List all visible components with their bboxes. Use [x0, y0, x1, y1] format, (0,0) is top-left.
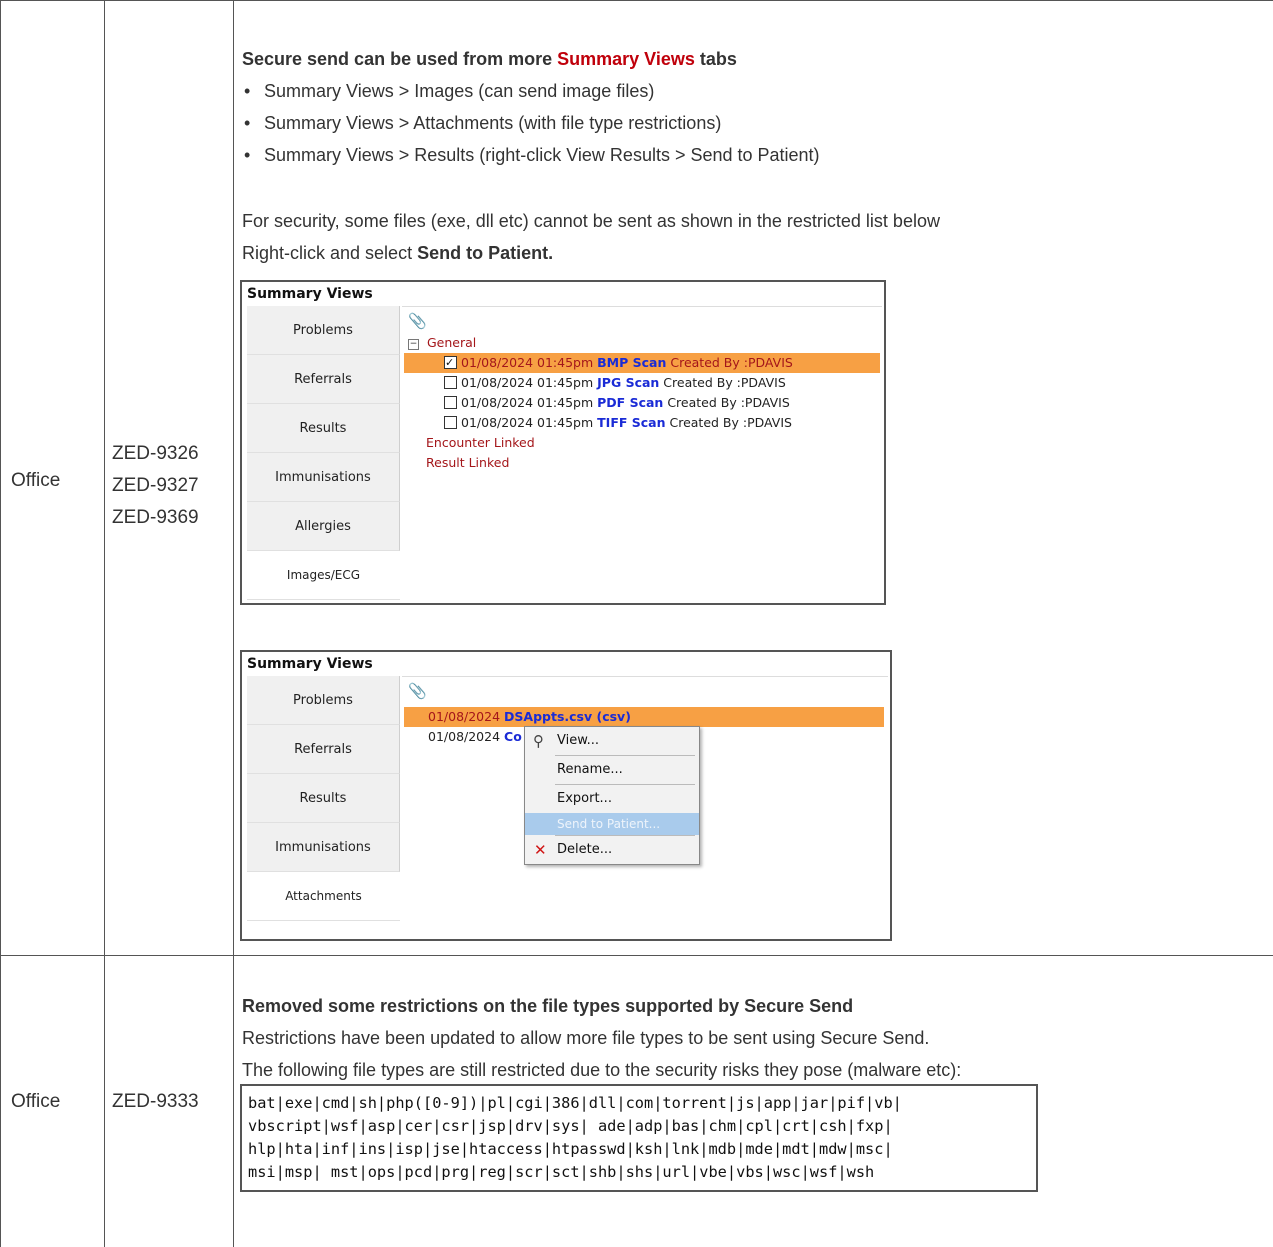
row2-heading-text: Removed some restrictions on the file ty… [242, 996, 854, 1016]
item-name: Co [504, 729, 522, 744]
tab-immunisations[interactable]: Immunisations [247, 823, 400, 872]
bullet-item: Summary Views > Images (can send image f… [242, 75, 1262, 107]
paperclip-icon[interactable]: 📎 [408, 311, 427, 331]
restricted-file-types: bat|exe|cmd|sh|php([0-9])|pl|cgi|386|dll… [240, 1084, 1038, 1192]
tab-results[interactable]: Results [247, 404, 400, 453]
instruction: Right-click and select Send to Patient. [242, 237, 1262, 269]
images-list: 📎 −General 01/08/2024 01:45pm BMP Scan C… [402, 306, 882, 601]
menu-label: Delete... [557, 842, 613, 857]
item-name: BMP Scan [597, 355, 667, 370]
summary-views-images-screenshot: Summary Views Problems Referrals Results… [240, 280, 886, 605]
menu-item-view[interactable]: ⚲ View... [525, 727, 699, 755]
row2-id: ZED-9333 [112, 1091, 199, 1112]
group-encounter-linked[interactable]: Encounter Linked [426, 433, 535, 453]
item-name: DSAppts.csv (csv) [504, 709, 631, 724]
tab-immunisations[interactable]: Immunisations [247, 453, 400, 502]
paperclip-icon[interactable]: 📎 [408, 681, 427, 701]
delete-x-icon: ✕ [534, 841, 547, 859]
checkbox[interactable] [444, 416, 457, 429]
item-name: PDF Scan [597, 395, 664, 410]
group-result-linked[interactable]: Result Linked [426, 453, 509, 473]
summary-tabs: Problems Referrals Results Immunisations… [247, 676, 400, 921]
row1-heading: Secure send can be used from more Summar… [242, 43, 1262, 75]
tab-referrals[interactable]: Referrals [247, 725, 400, 774]
tab-attachments[interactable]: Attachments [247, 872, 400, 921]
bullet-item: Summary Views > Results (right-click Vie… [242, 139, 1262, 171]
summary-tabs: Problems Referrals Results Immunisations… [247, 306, 400, 600]
menu-item-delete[interactable]: ✕ Delete... [525, 836, 699, 864]
tab-results[interactable]: Results [247, 774, 400, 823]
item-name: TIFF Scan [597, 415, 666, 430]
item-by: Created By :PDAVIS [663, 375, 786, 390]
row2-description: Removed some restrictions on the file ty… [242, 990, 1262, 1086]
menu-label: View... [557, 733, 600, 748]
instruction-prefix: Right-click and select [242, 243, 418, 263]
panel-title: Summary Views [247, 656, 373, 672]
tab-problems[interactable]: Problems [247, 306, 400, 355]
tab-referrals[interactable]: Referrals [247, 355, 400, 404]
group-label: General [427, 335, 477, 350]
checkbox[interactable] [444, 396, 457, 409]
row2-area: Office [11, 1091, 61, 1112]
item-by: Created By :PDAVIS [670, 355, 793, 370]
restricted-line: bat|exe|cmd|sh|php([0-9])|pl|cgi|386|dll… [248, 1094, 902, 1112]
context-menu: ⚲ View... Rename... Export... Send to Pat… [524, 726, 700, 865]
row1-description: Secure send can be used from more Summar… [242, 43, 1262, 269]
summary-views-attachments-screenshot: Summary Views Problems Referrals Results… [240, 650, 892, 941]
row1-heading-suffix: tabs [694, 49, 737, 69]
item-date: 01/08/2024 01:45pm [461, 395, 594, 410]
item-date: 01/08/2024 [428, 729, 501, 744]
column-divider-1 [104, 0, 105, 1247]
list-item[interactable]: 01/08/2024 01:45pm BMP Scan Created By :… [404, 353, 880, 373]
checkbox[interactable] [444, 353, 457, 373]
row1-heading-prefix: Secure send can be used from more [242, 49, 558, 69]
restricted-line: vbscript|wsf|asp|cer|csr|jsp|drv|sys| ad… [248, 1117, 893, 1135]
collapse-icon[interactable]: − [408, 339, 419, 350]
tab-allergies[interactable]: Allergies [247, 502, 400, 551]
item-by: Created By :PDAVIS [667, 395, 790, 410]
panel-title: Summary Views [247, 286, 373, 302]
list-item[interactable]: 01/08/2024 01:45pm PDF Scan Created By :… [444, 393, 790, 413]
item-date: 01/08/2024 01:45pm [461, 415, 594, 430]
menu-item-export[interactable]: Export... [525, 785, 699, 813]
list-item[interactable]: 01/08/2024 01:45pm JPG Scan Created By :… [444, 373, 786, 393]
list-item[interactable]: 01/08/2024 DSAppts.csv (csv) [404, 707, 884, 727]
row-divider [0, 955, 1273, 956]
item-by: Created By :PDAVIS [669, 415, 792, 430]
summary-views-link[interactable]: Summary Views [557, 49, 695, 69]
row1-ids: ZED-9326 ZED-9327 ZED-9369 [112, 438, 199, 534]
column-divider-2 [233, 0, 234, 1247]
restricted-line: hlp|hta|inf|ins|isp|jse|htaccess|htpassw… [248, 1140, 893, 1158]
checkbox[interactable] [444, 376, 457, 389]
row2-line1: Restrictions have been updated to allow … [242, 1028, 930, 1048]
tab-images-ecg[interactable]: Images/ECG [247, 551, 400, 600]
security-note: For security, some files (exe, dll etc) … [242, 211, 940, 231]
magnifier-icon: ⚲ [533, 732, 544, 750]
item-name: JPG Scan [597, 375, 660, 390]
restricted-line: msi|msp| mst|ops|pcd|prg|reg|scr|sct|shb… [248, 1163, 875, 1181]
bullet-item: Summary Views > Attachments (with file t… [242, 107, 1262, 139]
group-general[interactable]: − General [408, 333, 476, 353]
row2-heading: Removed some restrictions on the file ty… [242, 990, 1262, 1022]
row1-id: ZED-9327 [112, 475, 199, 496]
menu-item-send-to-patient[interactable]: Send to Patient... [525, 813, 699, 835]
table-border-top [0, 0, 1273, 1]
table-border-left [0, 0, 1, 1247]
instruction-bold: Send to Patient. [417, 243, 554, 263]
row1-id: ZED-9369 [112, 507, 199, 528]
item-date: 01/08/2024 01:45pm [461, 375, 594, 390]
row1-area: Office [11, 470, 61, 491]
item-date: 01/08/2024 01:45pm [461, 355, 594, 370]
release-notes-table: Office ZED-9326 ZED-9327 ZED-9369 Secure… [0, 0, 1273, 1247]
list-item[interactable]: 01/08/2024 Co [428, 727, 522, 747]
item-date: 01/08/2024 [428, 709, 501, 724]
list-item[interactable]: 01/08/2024 01:45pm TIFF Scan Created By … [444, 413, 792, 433]
tab-problems[interactable]: Problems [247, 676, 400, 725]
row2-line2: The following file types are still restr… [242, 1060, 962, 1080]
row1-id: ZED-9326 [112, 443, 199, 464]
menu-item-rename[interactable]: Rename... [525, 756, 699, 784]
